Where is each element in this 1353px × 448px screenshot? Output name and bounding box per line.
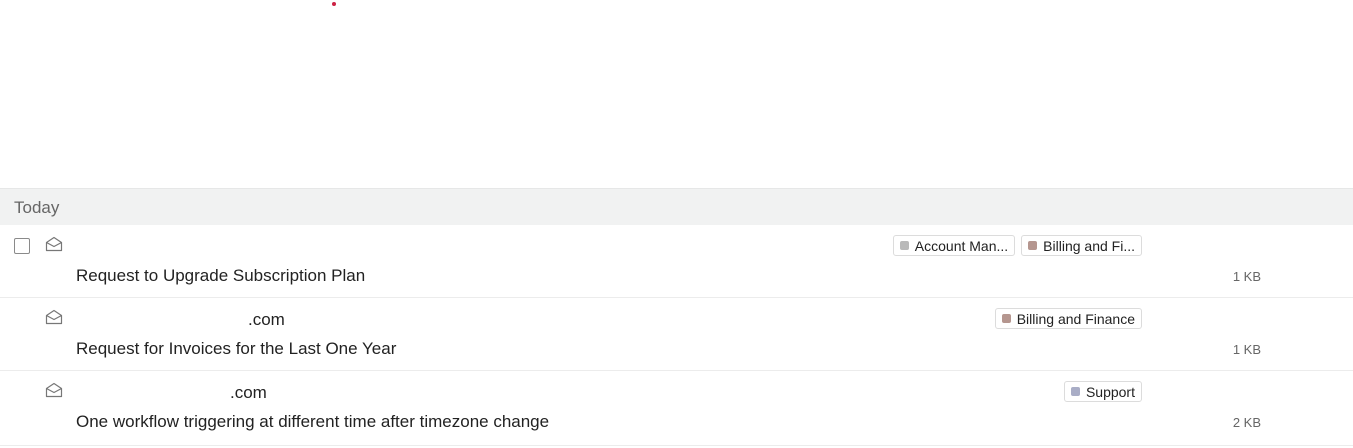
tag-color-swatch	[1028, 241, 1038, 250]
mail-list-item[interactable]: .com Support One workflow triggering at …	[0, 371, 1353, 446]
envelope-open-icon	[45, 236, 63, 252]
envelope-open-icon	[45, 309, 63, 325]
tag-label: Support	[1085, 383, 1135, 400]
tag-list: Support	[1063, 381, 1142, 402]
tag-list: Account Man... Billing and Fi...	[892, 235, 1142, 256]
tag-label: Account Man...	[914, 237, 1009, 254]
tag-billing-and-finance[interactable]: Billing and Fi...	[1021, 235, 1142, 256]
tag-label: Billing and Finance	[1016, 310, 1135, 327]
group-label: Today	[14, 198, 60, 217]
tag-account-management[interactable]: Account Man...	[892, 235, 1016, 256]
mail-list-item[interactable]: Account Man... Billing and Fi... Request…	[0, 225, 1353, 298]
sender-address: .com	[248, 310, 285, 329]
tag-support[interactable]: Support	[1063, 381, 1142, 402]
email-size: 1 KB	[1232, 269, 1261, 284]
notification-dot	[332, 2, 336, 6]
email-subject[interactable]: One workflow triggering at different tim…	[76, 412, 549, 432]
tag-billing-and-finance[interactable]: Billing and Finance	[994, 308, 1142, 329]
tag-label: Billing and Fi...	[1043, 237, 1135, 254]
email-size: 2 KB	[1232, 415, 1261, 430]
group-header-today: Today	[0, 188, 1353, 225]
email-size: 1 KB	[1232, 342, 1261, 357]
sender-address: .com	[230, 383, 267, 402]
envelope-open-icon	[45, 382, 63, 398]
email-subject[interactable]: Request to Upgrade Subscription Plan	[76, 266, 365, 286]
tag-color-swatch	[899, 241, 909, 250]
tag-color-swatch	[1001, 314, 1011, 323]
select-checkbox[interactable]	[14, 238, 30, 254]
tag-color-swatch	[1070, 387, 1080, 396]
mail-list-item[interactable]: .com Billing and Finance Request for Inv…	[0, 298, 1353, 371]
tag-list: Billing and Finance	[994, 308, 1142, 329]
email-subject[interactable]: Request for Invoices for the Last One Ye…	[76, 339, 396, 359]
